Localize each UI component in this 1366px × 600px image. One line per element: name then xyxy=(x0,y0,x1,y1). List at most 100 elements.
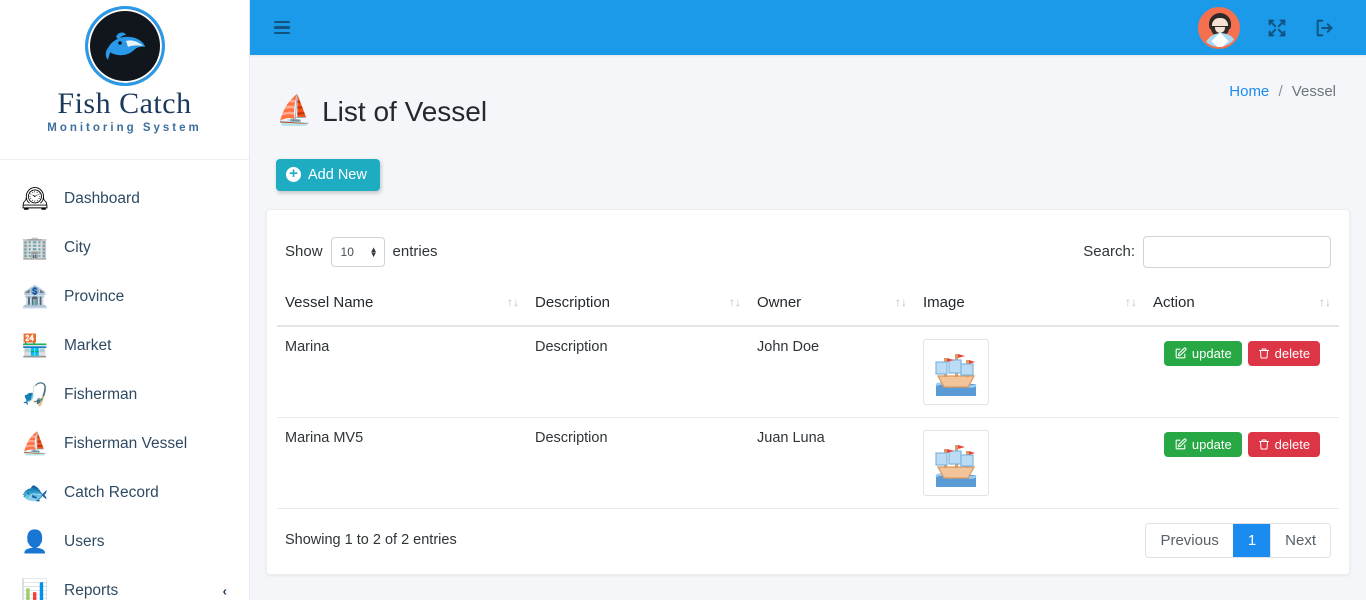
update-button[interactable]: update xyxy=(1163,431,1242,457)
vessel-table-card: Show 10 25 50 100 ▲▼ entries xyxy=(266,208,1350,575)
topbar-actions xyxy=(1198,6,1336,49)
vessel-thumbnail-icon xyxy=(923,338,989,405)
sidebar-item-fisherman-vessel[interactable]: ⛵ Fisherman Vessel xyxy=(0,419,249,468)
sidebar-item-dashboard[interactable]: 🕰 Dashboard xyxy=(0,174,249,223)
sidebar-item-province[interactable]: 🏦 Province xyxy=(0,272,249,321)
logout-icon[interactable] xyxy=(1314,17,1336,39)
sort-arrows-icon: ↑↓ xyxy=(729,295,741,309)
fish-logo-icon xyxy=(84,6,165,86)
page-title: List of Vessel xyxy=(322,95,488,127)
delete-label: delete xyxy=(1274,345,1311,361)
sidebar-item-label: City xyxy=(64,238,91,256)
topbar xyxy=(250,0,1366,55)
column-label: Description xyxy=(535,293,611,311)
table-controls: Show 10 25 50 100 ▲▼ entries xyxy=(277,220,1339,282)
search-input[interactable] xyxy=(1143,235,1331,268)
city-building-icon: 🏢 xyxy=(21,234,49,260)
column-label: Vessel Name xyxy=(285,293,374,311)
cell-action: update delete xyxy=(1145,325,1339,418)
breadcrumb: Home / Vessel xyxy=(1229,77,1336,100)
search-label: Search: xyxy=(1083,243,1135,260)
column-header-owner[interactable]: Owner ↑↓ xyxy=(749,281,915,327)
pagination: Previous 1 Next xyxy=(1145,522,1331,558)
breadcrumb-current: Vessel xyxy=(1291,83,1336,100)
update-label: update xyxy=(1191,436,1232,452)
entries-length-control: Show 10 25 50 100 ▲▼ entries xyxy=(285,236,438,267)
app-root: Fish Catch Monitoring System 🕰 Dashboard… xyxy=(0,0,1366,600)
sidebar-item-catch-record[interactable]: 🐟 Catch Record xyxy=(0,468,249,517)
sidebar-item-reports[interactable]: 📊 Reports ‹ xyxy=(0,566,249,600)
market-store-icon: 🏪 xyxy=(21,332,49,358)
sidebar: Fish Catch Monitoring System 🕰 Dashboard… xyxy=(0,0,250,600)
fullscreen-expand-icon[interactable] xyxy=(1266,17,1288,39)
vessel-boat-icon: ⛵ xyxy=(21,430,49,456)
cell-action: update delete xyxy=(1145,417,1339,509)
brand-title: Fish Catch xyxy=(57,87,192,120)
column-label: Image xyxy=(923,293,965,311)
delete-button[interactable]: delete xyxy=(1247,431,1321,457)
plus-circle-icon: + xyxy=(286,166,301,182)
entries-per-page-select[interactable]: 10 25 50 100 xyxy=(330,236,385,267)
sort-arrows-icon: ↑↓ xyxy=(895,295,907,309)
sidebar-item-label: Reports xyxy=(64,581,119,599)
page-header: ⛵ List of Vessel + Add New Home / Vessel xyxy=(250,55,1366,191)
sidebar-item-users[interactable]: 👤 Users xyxy=(0,517,249,566)
breadcrumb-separator: / xyxy=(1278,83,1283,100)
sidebar-item-label: Catch Record xyxy=(64,483,159,501)
cell-description: Description xyxy=(527,417,749,509)
brand-subtitle: Monitoring System xyxy=(47,121,202,134)
table-body: Marina Description John Doe update delet… xyxy=(277,325,1339,509)
pagination-previous[interactable]: Previous xyxy=(1146,523,1233,557)
pagination-next[interactable]: Next xyxy=(1270,523,1330,557)
row-action-buttons: update delete xyxy=(1153,430,1331,457)
pagination-page-1[interactable]: 1 xyxy=(1232,523,1271,557)
cell-description: Description xyxy=(527,325,749,418)
dashboard-gauge-icon: 🕰 xyxy=(21,185,49,211)
column-header-image[interactable]: Image ↑↓ xyxy=(915,281,1145,327)
add-new-label: Add New xyxy=(308,166,367,183)
sort-arrows-icon: ↑↓ xyxy=(1125,295,1137,309)
brand-header[interactable]: Fish Catch Monitoring System xyxy=(0,0,249,160)
sidebar-item-label: Market xyxy=(64,336,112,354)
sidebar-item-label: Fisherman Vessel xyxy=(64,434,188,452)
sidebar-collapse-chevron-icon[interactable]: ‹ xyxy=(223,583,227,598)
delete-button[interactable]: delete xyxy=(1247,340,1321,366)
column-header-description[interactable]: Description ↑↓ xyxy=(527,281,749,327)
table-header-row: Vessel Name ↑↓ Description ↑↓ Owner ↑↓ I… xyxy=(277,281,1339,327)
sort-arrows-icon: ↑↓ xyxy=(507,295,519,309)
cell-owner: Juan Luna xyxy=(749,417,915,509)
sidebar-item-label: Users xyxy=(64,532,105,550)
sidebar-item-label: Province xyxy=(64,287,125,305)
sort-arrows-icon: ↑↓ xyxy=(1319,295,1331,309)
sidebar-menu: 🕰 Dashboard 🏢 City 🏦 Province 🏪 Market 🎣… xyxy=(0,160,249,600)
fish-icon: 🐟 xyxy=(21,479,49,505)
edit-pencil-icon xyxy=(1175,346,1187,358)
sidebar-item-city[interactable]: 🏢 City xyxy=(0,223,249,272)
user-icon: 👤 xyxy=(21,528,49,554)
avatar[interactable] xyxy=(1198,6,1240,49)
entries-select-wrapper: 10 25 50 100 ▲▼ xyxy=(330,236,385,267)
entries-label: entries xyxy=(392,243,438,260)
page-title-row: ⛵ List of Vessel xyxy=(276,77,1229,147)
hamburger-menu-icon[interactable] xyxy=(270,15,294,41)
cell-vessel-name: Marina MV5 xyxy=(277,417,527,509)
breadcrumb-home-link[interactable]: Home xyxy=(1229,83,1269,100)
trash-icon xyxy=(1258,439,1269,449)
sidebar-item-label: Dashboard xyxy=(64,189,140,207)
main-content: ⛵ List of Vessel + Add New Home / Vessel… xyxy=(250,0,1366,600)
table-row: Marina Description John Doe update delet… xyxy=(277,325,1339,418)
sidebar-item-fisherman[interactable]: 🎣 Fisherman xyxy=(0,370,249,419)
page-header-left: ⛵ List of Vessel + Add New xyxy=(276,77,1229,191)
column-header-vessel-name[interactable]: Vessel Name ↑↓ xyxy=(277,281,527,327)
column-header-action[interactable]: Action ↑↓ xyxy=(1145,281,1339,327)
vessel-thumbnail-icon xyxy=(923,429,989,496)
sidebar-item-market[interactable]: 🏪 Market xyxy=(0,321,249,370)
column-label: Owner xyxy=(757,293,802,311)
vessel-boat-icon: ⛵ xyxy=(276,95,313,128)
vessel-table: Vessel Name ↑↓ Description ↑↓ Owner ↑↓ I… xyxy=(277,281,1339,509)
update-button[interactable]: update xyxy=(1163,340,1242,366)
cell-owner: John Doe xyxy=(749,325,915,418)
add-new-button[interactable]: + Add New xyxy=(276,158,380,191)
show-label: Show xyxy=(285,243,323,260)
sidebar-item-label: Fisherman xyxy=(64,385,138,403)
